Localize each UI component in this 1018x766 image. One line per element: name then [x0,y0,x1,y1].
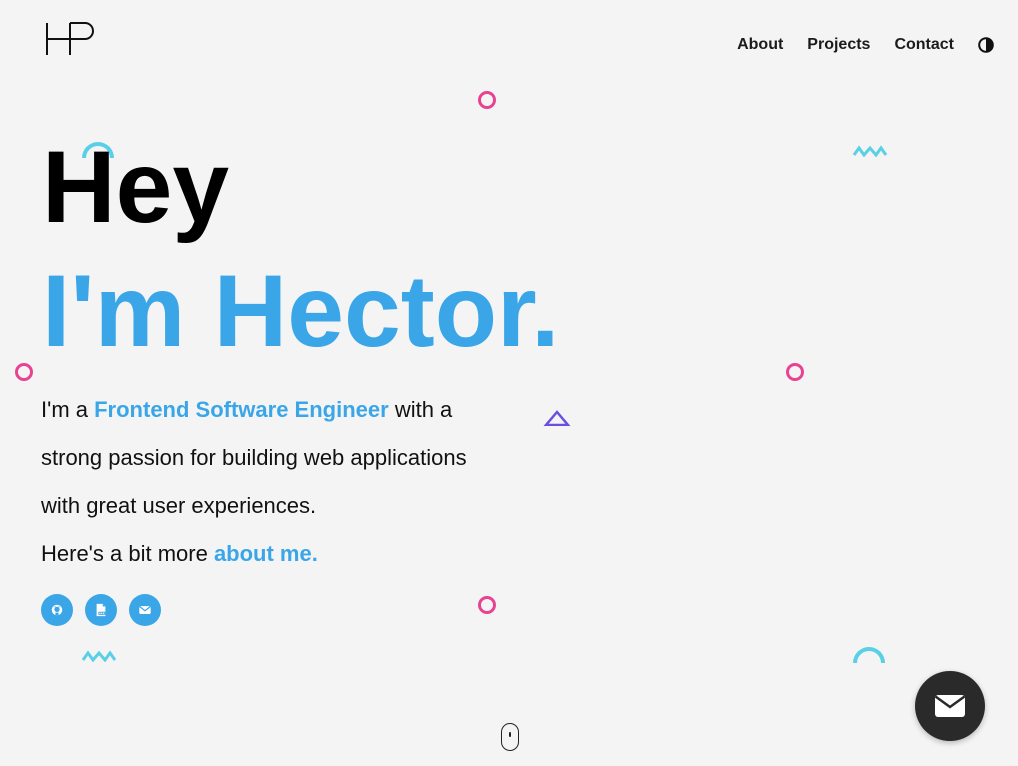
site-logo[interactable] [46,22,98,56]
decorative-zigzag [81,650,117,662]
github-button[interactable] [41,594,73,626]
nav-contact[interactable]: Contact [894,36,954,54]
about-me-link[interactable]: about me. [214,541,318,566]
social-links [41,594,173,626]
decorative-ring [478,91,496,109]
decorative-arc [853,647,885,663]
main-nav: About Projects Contact [713,36,994,54]
resume-pdf-button[interactable] [85,594,117,626]
nav-projects[interactable]: Projects [807,36,870,54]
email-button[interactable] [129,594,161,626]
hero-intro: I'm a Frontend Software Engineer with a … [41,386,511,578]
github-icon [51,604,63,616]
nav-about[interactable]: About [737,36,783,54]
hero-greeting: Hey [42,130,230,244]
decorative-ring [478,596,496,614]
pdf-resume-icon [96,603,106,617]
decorative-ring [15,363,33,381]
intro-more: Here's a bit more [41,541,214,566]
intro-role: Frontend Software Engineer [94,397,389,422]
scroll-wheel [509,732,511,737]
hero-name: I'm Hector. [42,254,560,368]
intro-prefix: I'm a [41,397,95,422]
decorative-ring [786,363,804,381]
hp-logo-icon [46,22,94,55]
envelope-icon [934,695,966,717]
scroll-indicator-icon [501,723,519,751]
contact-fab-button[interactable] [915,671,985,741]
decorative-zigzag [852,145,888,157]
envelope-icon [139,606,151,614]
decorative-triangle [543,410,571,426]
contrast-icon[interactable] [978,37,994,53]
